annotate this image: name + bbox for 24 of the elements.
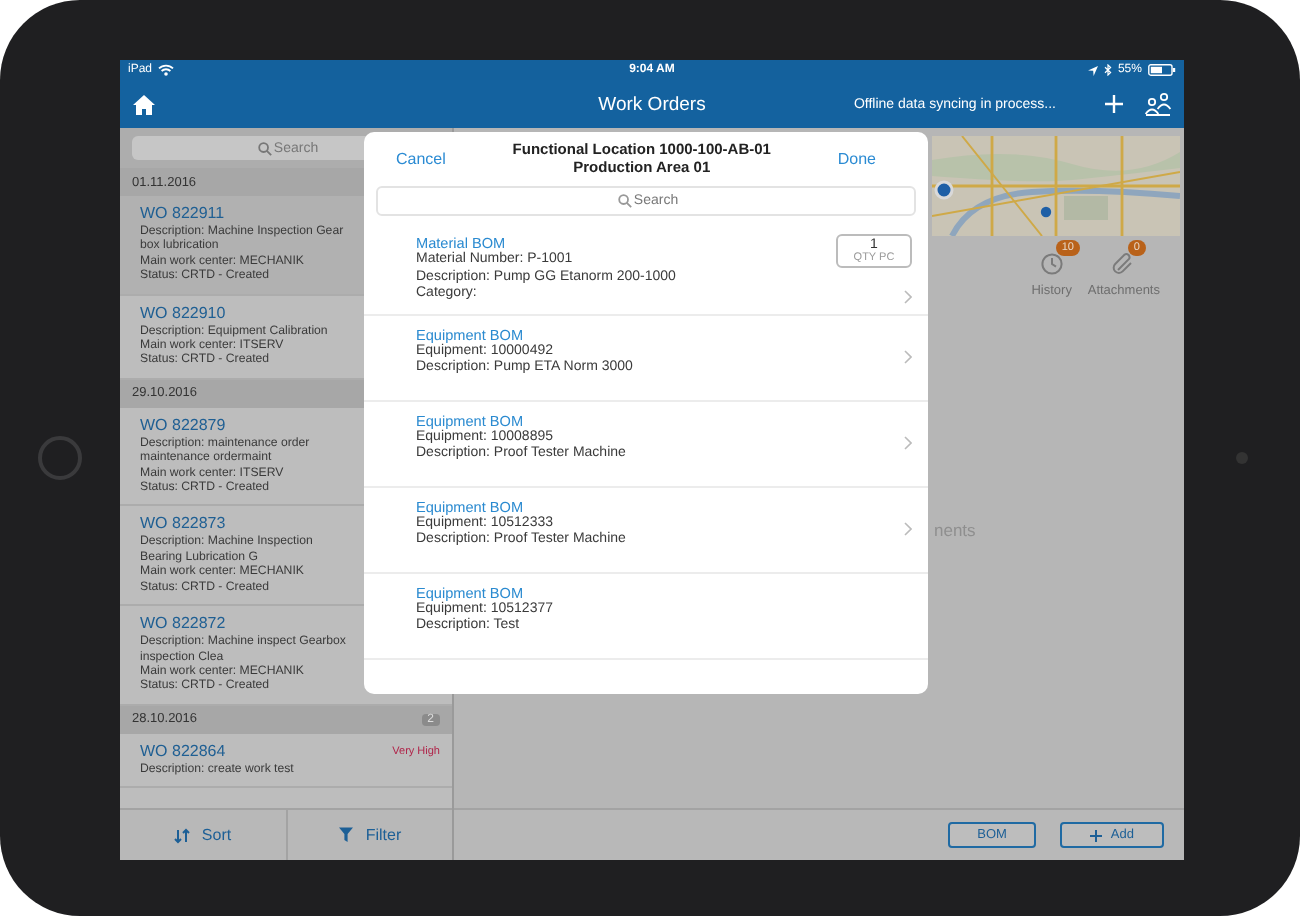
clock-icon <box>1039 252 1064 276</box>
done-button[interactable]: Done <box>837 149 876 167</box>
home-icon[interactable] <box>132 93 156 115</box>
people-icon[interactable] <box>1144 92 1173 116</box>
work-order-number: WO 822910 <box>140 303 226 324</box>
plus-icon[interactable] <box>1104 94 1125 114</box>
search-icon <box>258 141 272 155</box>
plus-icon <box>1090 829 1103 841</box>
work-order-number: WO 822872 <box>140 614 226 635</box>
work-order-number: WO 822873 <box>140 514 226 535</box>
battery-icon <box>1147 64 1176 76</box>
filter-button[interactable]: Filter <box>285 810 452 860</box>
work-order-number: WO 822864 <box>140 741 226 762</box>
paperclip-icon <box>1111 252 1136 276</box>
sort-icon <box>173 826 190 844</box>
bluetooth-icon <box>1103 64 1112 76</box>
sort-button[interactable]: Sort <box>120 810 285 860</box>
search-icon <box>618 194 632 208</box>
location-arrow-icon <box>1087 65 1098 75</box>
filter-icon <box>337 826 354 844</box>
wifi-icon <box>158 64 175 76</box>
screen-title: Work Orders <box>598 93 706 115</box>
work-order-number: WO 822879 <box>140 415 226 436</box>
work-order-number: WO 822911 <box>140 204 225 224</box>
